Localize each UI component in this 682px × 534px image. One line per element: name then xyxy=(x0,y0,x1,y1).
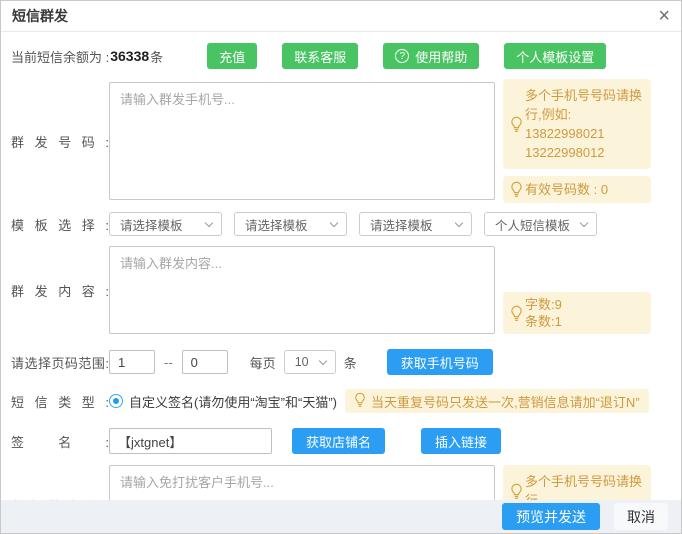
recipients-label: 群发号码: xyxy=(11,132,109,151)
message-count: 条数:1 xyxy=(525,313,643,330)
template-select-3[interactable]: 请选择模板 xyxy=(359,212,472,236)
select-value: 请选择模板 xyxy=(370,215,456,234)
lightbulb-icon xyxy=(508,181,525,198)
cancel-button[interactable]: 取消 xyxy=(614,503,668,530)
lightbulb-icon xyxy=(508,305,525,322)
recipients-tip-box: 多个手机号号码请换行,例如: 13822998021 13222998012 xyxy=(503,79,651,169)
dialog-title: 短信群发 xyxy=(12,6,68,26)
lightbulb-icon xyxy=(508,483,525,500)
template-settings-button[interactable]: 个人模板设置 xyxy=(504,43,606,69)
content-textarea[interactable] xyxy=(109,246,495,334)
chevron-down-icon xyxy=(318,356,326,364)
page-range-label: 请选择页码范围: xyxy=(11,353,109,372)
balance-row: 当前短信余额为 : 36338 条 充值 联系客服 ? 使用帮助 个人模板设置 xyxy=(11,43,671,69)
tip-line: 13222998012 xyxy=(525,143,643,162)
help-button[interactable]: ? 使用帮助 xyxy=(383,43,479,69)
balance-amount: 36338 xyxy=(110,48,149,64)
contact-support-button[interactable]: 联系客服 xyxy=(282,43,358,69)
close-icon[interactable]: × xyxy=(658,6,670,26)
sms-bulk-send-dialog: 短信群发 × 当前短信余额为 : 36338 条 充值 联系客服 ? 使用帮助 … xyxy=(0,0,682,534)
valid-count-tip-box: 有效号码数 : 0 xyxy=(503,176,651,203)
content-label: 群发内容: xyxy=(11,281,109,300)
page-to-input[interactable] xyxy=(182,350,228,374)
select-value: 请选择模板 xyxy=(245,215,331,234)
tip-line: 多个手机号号码请换行,例如: xyxy=(525,86,643,124)
radio-dot-icon xyxy=(113,398,119,404)
fetch-phone-numbers-button[interactable]: 获取手机号码 xyxy=(387,349,493,375)
range-dash: -- xyxy=(164,355,173,370)
recipients-tips: 多个手机号号码请换行,例如: 13822998021 13222998012 有… xyxy=(503,79,651,203)
get-shop-name-button[interactable]: 获取店铺名 xyxy=(292,428,385,454)
chevron-down-icon xyxy=(580,218,588,226)
template-select-1[interactable]: 请选择模板 xyxy=(109,212,222,236)
content-count-text: 字数:9 条数:1 xyxy=(525,296,643,330)
recharge-button[interactable]: 充值 xyxy=(207,43,257,69)
recipients-textarea[interactable] xyxy=(109,82,495,200)
lightbulb-icon xyxy=(354,392,366,411)
content-count-tip-box: 字数:9 条数:1 xyxy=(503,292,651,334)
template-select-row: 模板选择: 请选择模板 请选择模板 请选择模板 个人短信模板 xyxy=(11,212,671,236)
lightbulb-icon xyxy=(508,116,525,133)
help-button-label: 使用帮助 xyxy=(415,47,467,66)
valid-count-text: 有效号码数 : 0 xyxy=(525,180,643,199)
personal-template-select[interactable]: 个人短信模板 xyxy=(484,212,597,236)
signature-label: 签名: xyxy=(11,432,109,451)
signature-input[interactable] xyxy=(109,428,272,454)
chevron-down-icon xyxy=(330,218,338,226)
sms-type-label: 短信类型: xyxy=(11,392,109,411)
select-value: 个人短信模板 xyxy=(495,215,581,234)
content-tips: 字数:9 条数:1 xyxy=(503,292,651,334)
page-range-row: 请选择页码范围: -- 每页 10 条 获取手机号码 xyxy=(11,349,671,375)
select-value: 10 xyxy=(295,355,320,369)
per-page-label: 每页 xyxy=(250,353,276,372)
preview-and-send-button[interactable]: 预览并发送 xyxy=(502,503,600,530)
tip-line: 13822998021 xyxy=(525,124,643,143)
page-size-select[interactable]: 10 xyxy=(284,350,336,374)
per-page-unit: 条 xyxy=(344,353,357,372)
balance-label: 当前短信余额为 : xyxy=(11,47,109,66)
select-value: 请选择模板 xyxy=(120,215,206,234)
template-select-2[interactable]: 请选择模板 xyxy=(234,212,347,236)
balance-unit: 条 xyxy=(150,47,163,66)
content-row: 群发内容: 字数:9 条数:1 xyxy=(11,246,671,334)
custom-signature-radio[interactable] xyxy=(109,394,123,408)
sms-type-row: 短信类型: 自定义签名(请勿使用“淘宝”和“天猫”) 当天重复号码只发送一次,营… xyxy=(11,389,671,413)
repeat-number-tip: 当天重复号码只发送一次,营销信息请加“退订N” xyxy=(345,389,649,413)
recipients-tip-text: 多个手机号号码请换行,例如: 13822998021 13222998012 xyxy=(525,86,643,162)
dialog-header: 短信群发 × xyxy=(1,1,681,32)
signature-row: 签名: 获取店铺名 插入链接 xyxy=(11,428,671,454)
repeat-number-tip-text: 当天重复号码只发送一次,营销信息请加“退订N” xyxy=(371,392,640,411)
question-mark-icon: ? xyxy=(395,49,409,63)
dialog-body: 当前短信余额为 : 36338 条 充值 联系客服 ? 使用帮助 个人模板设置 … xyxy=(1,32,681,534)
custom-signature-radio-label[interactable]: 自定义签名(请勿使用“淘宝”和“天猫”) xyxy=(129,392,337,411)
insert-link-button[interactable]: 插入链接 xyxy=(421,428,501,454)
chevron-down-icon xyxy=(455,218,463,226)
chevron-down-icon xyxy=(205,218,213,226)
page-from-input[interactable] xyxy=(109,350,155,374)
template-select-label: 模板选择: xyxy=(11,215,109,234)
dialog-footer: 预览并发送 取消 xyxy=(1,500,681,533)
char-count: 字数:9 xyxy=(525,296,643,313)
recipients-row: 群发号码: 多个手机号号码请换行,例如: 13822998021 1322299… xyxy=(11,79,671,203)
